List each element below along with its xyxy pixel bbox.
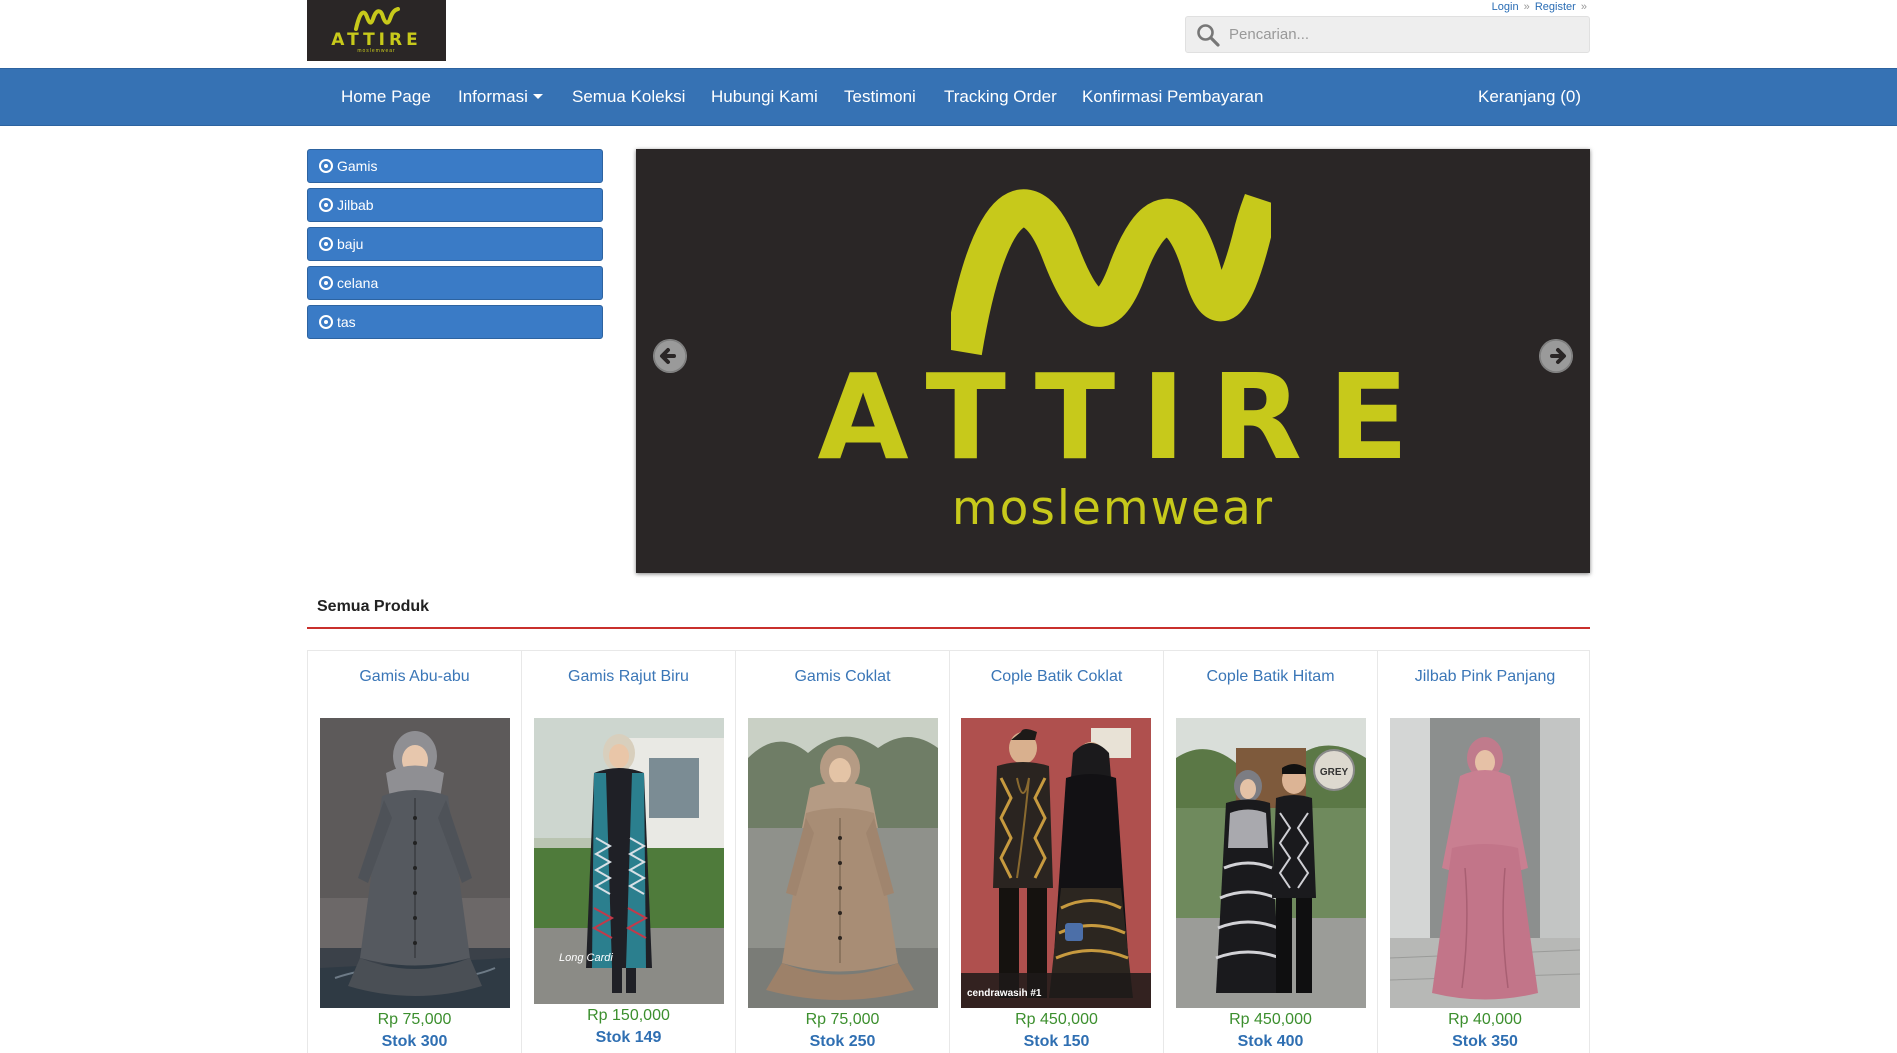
site-logo[interactable]: ATTIRE moslemwear (307, 0, 446, 61)
search-icon[interactable] (1196, 23, 1220, 47)
product-stock: Stok 149 (595, 1029, 662, 1046)
product-image[interactable]: cendrawasih #1 (961, 718, 1151, 1008)
nav-label: Konfirmasi Pembayaran (1082, 87, 1264, 106)
top-header: ATTIRE moslemwear Login » Register » (0, 0, 1897, 68)
nav-cart[interactable]: Keranjang (0) (1478, 69, 1581, 125)
nav-informasi-dropdown[interactable]: Informasi (458, 69, 543, 125)
nav-home-page[interactable]: Home Page (341, 69, 431, 125)
caret-down-icon (532, 94, 543, 100)
category-label: Jilbab (337, 197, 374, 213)
main-navbar: Home Page Informasi Semua Koleksi Hubung… (0, 68, 1897, 126)
nav-tracking-order[interactable]: Tracking Order (944, 69, 1057, 125)
product-stock: Stok 150 (1023, 1033, 1090, 1050)
circle-dot-icon (319, 159, 333, 173)
search-input[interactable] (1229, 17, 1579, 52)
product-price: Rp 150,000 (587, 1007, 670, 1024)
nav-label: Testimoni (844, 87, 916, 106)
nav-hubungi-kami[interactable]: Hubungi Kami (711, 69, 818, 125)
category-label: Gamis (337, 158, 378, 174)
login-link[interactable]: Login (1492, 1, 1519, 13)
nav-semua-koleksi[interactable]: Semua Koleksi (572, 69, 685, 125)
cart-label: Keranjang (0) (1478, 87, 1582, 106)
nav-label: Informasi (458, 87, 528, 106)
product-card[interactable]: Gamis Coklat Rp 75,000 Stok 250 (736, 651, 950, 1053)
product-card[interactable]: Cople Batik Hitam GREY Rp 450,000 Stok 4… (1164, 651, 1378, 1053)
product-stock: Stok 350 (1452, 1033, 1518, 1050)
logo-subtitle: moslemwear (357, 48, 396, 54)
category-label: baju (337, 236, 364, 252)
product-name[interactable]: Jilbab Pink Panjang (1378, 668, 1592, 686)
category-celana[interactable]: celana (307, 266, 603, 300)
product-card[interactable]: Cople Batik Coklat cendrawasih #1 Rp 450… (950, 651, 1164, 1053)
auth-separator: » (1580, 1, 1587, 13)
logo-mark-icon (353, 7, 400, 31)
product-grid: Gamis Abu-abu Rp 75,000 Stok 300 Gamis R… (307, 650, 1590, 1053)
product-name[interactable]: Cople Batik Coklat (950, 668, 1163, 686)
product-name[interactable]: Gamis Coklat (736, 668, 949, 686)
nav-label: Home Page (341, 87, 431, 106)
product-image[interactable] (320, 718, 510, 1008)
product-card[interactable]: Jilbab Pink Panjang Rp 40,000 Stok 350 (1378, 651, 1592, 1053)
product-image[interactable] (1390, 718, 1580, 1008)
product-image[interactable]: GREY (1176, 718, 1366, 1008)
product-price: Rp 75,000 (805, 1011, 880, 1028)
nav-label: Semua Koleksi (572, 87, 686, 106)
category-baju[interactable]: baju (307, 227, 603, 261)
carousel-next-button[interactable] (1539, 339, 1573, 373)
arrow-left-icon (653, 339, 687, 373)
nav-konfirmasi-pembayaran[interactable]: Konfirmasi Pembayaran (1082, 69, 1263, 125)
product-image[interactable] (748, 718, 938, 1008)
nav-label: Tracking Order (944, 87, 1057, 106)
product-name[interactable]: Gamis Abu-abu (308, 668, 521, 686)
logo-word: ATTIRE (331, 30, 422, 50)
product-image-label: GREY (1320, 767, 1349, 778)
circle-dot-icon (319, 237, 333, 251)
arrow-right-icon (1539, 339, 1573, 373)
banner-carousel[interactable]: ATTIRE moslemwear (636, 149, 1590, 573)
category-gamis[interactable]: Gamis (307, 149, 603, 183)
product-stock: Stok 300 (381, 1033, 448, 1050)
product-name[interactable]: Gamis Rajut Biru (522, 668, 735, 686)
category-jilbab[interactable]: Jilbab (307, 188, 603, 222)
product-image-label: Long Cardi (559, 952, 613, 964)
banner-wordmark: ATTIRE (817, 348, 1435, 486)
product-price: Rp 40,000 (1448, 1011, 1522, 1028)
search-box (1185, 16, 1590, 53)
product-name[interactable]: Cople Batik Hitam (1164, 668, 1377, 686)
circle-dot-icon (319, 315, 333, 329)
product-price: Rp 75,000 (377, 1011, 452, 1028)
section-divider (307, 627, 1590, 629)
product-stock: Stok 400 (1237, 1033, 1304, 1050)
nav-label: Hubungi Kami (711, 87, 818, 106)
product-image-label: cendrawasih #1 (967, 988, 1042, 999)
category-label: tas (337, 314, 356, 330)
product-card[interactable]: Gamis Abu-abu Rp 75,000 Stok 300 (308, 651, 522, 1053)
register-link[interactable]: Register (1535, 1, 1576, 13)
category-label: celana (337, 275, 379, 291)
section-title: Semua Produk (317, 598, 430, 615)
carousel-prev-button[interactable] (653, 339, 687, 373)
circle-dot-icon (319, 276, 333, 290)
banner-subtitle: moslemwear (951, 481, 1275, 536)
product-price: Rp 450,000 (1229, 1011, 1312, 1028)
circle-dot-icon (319, 198, 333, 212)
auth-separator: » (1523, 1, 1530, 13)
product-stock: Stok 250 (809, 1033, 876, 1050)
product-price: Rp 450,000 (1015, 1011, 1098, 1028)
category-tas[interactable]: tas (307, 305, 603, 339)
brand-wave-logo-icon (951, 189, 1271, 356)
product-card[interactable]: Gamis Rajut Biru Long Cardi Rp 150,000 S… (522, 651, 736, 1053)
product-image[interactable]: Long Cardi (534, 718, 724, 1004)
auth-links: Login » Register » (1492, 1, 1589, 13)
nav-testimoni[interactable]: Testimoni (844, 69, 916, 125)
